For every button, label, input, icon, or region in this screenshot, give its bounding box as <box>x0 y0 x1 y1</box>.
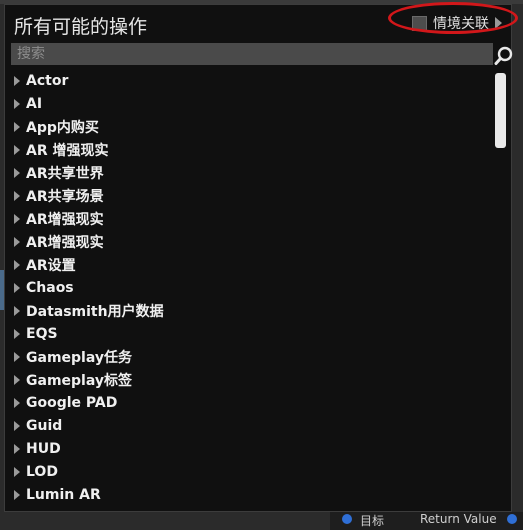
background-node-pins: 目标 Return Value <box>330 512 523 530</box>
category-item[interactable]: AI <box>11 92 491 115</box>
category-label: Actor <box>26 72 69 89</box>
category-item[interactable]: LOD <box>11 460 491 483</box>
panel-title: 所有可能的操作 <box>14 16 148 38</box>
category-item[interactable]: EQS <box>11 322 491 345</box>
category-item[interactable]: Gameplay标签 <box>11 368 491 391</box>
expand-chevron-icon[interactable] <box>14 466 20 477</box>
expand-chevron-icon[interactable] <box>14 420 20 431</box>
pin-icon[interactable] <box>507 514 517 524</box>
pin-label-target: 目标 <box>360 514 385 528</box>
category-label: AR共享场景 <box>26 188 104 205</box>
expand-chevron-icon[interactable] <box>14 397 20 408</box>
category-label: AR 增强现实 <box>26 142 109 159</box>
action-menu-panel: 所有可能的操作 情境关联 ActorAIApp内购买AR 增强现实AR共享世界A… <box>4 4 514 513</box>
expand-chevron-icon[interactable] <box>14 328 20 339</box>
category-list: Actor AI App内购买 AR 增强现实 AR共享世界 AR共享场景 AR增强现实 AR… <box>11 69 491 513</box>
category-item[interactable]: Chaos <box>11 276 491 299</box>
category-label: AR设置 <box>26 257 76 274</box>
category-item[interactable]: Datasmith用户数据 <box>11 299 491 322</box>
category-label: Gameplay标签 <box>26 372 132 389</box>
category-item[interactable]: AR设置 <box>11 253 491 276</box>
expand-chevron-icon[interactable] <box>14 259 20 270</box>
expand-chevron-icon[interactable] <box>14 489 20 500</box>
pin-label-return: Return Value <box>420 512 497 526</box>
category-label: HUD <box>26 440 61 457</box>
category-item[interactable]: Guid <box>11 414 491 437</box>
category-item[interactable]: Lumin AR <box>11 483 491 506</box>
expand-chevron-icon[interactable] <box>14 443 20 454</box>
category-label: Chaos <box>26 279 74 296</box>
category-label: Gameplay任务 <box>26 349 132 366</box>
category-item[interactable]: Actor <box>11 69 491 92</box>
category-item[interactable]: Google PAD <box>11 391 491 414</box>
category-item[interactable]: AR增强现实 <box>11 230 491 253</box>
scrollbar-thumb[interactable] <box>495 73 506 148</box>
category-label: AR共享世界 <box>26 165 104 182</box>
category-item[interactable]: App内购买 <box>11 115 491 138</box>
checkbox[interactable] <box>412 15 427 31</box>
category-item[interactable]: AR增强现实 <box>11 207 491 230</box>
expand-chevron-icon[interactable] <box>14 121 20 132</box>
expand-chevron-icon[interactable] <box>14 351 20 362</box>
expand-chevron-icon[interactable] <box>14 305 20 316</box>
context-sensitive-toggle[interactable]: 情境关联 <box>412 14 502 32</box>
category-item[interactable]: HUD <box>11 437 491 460</box>
expand-chevron-icon[interactable] <box>14 190 20 201</box>
category-label: AI <box>26 95 43 112</box>
expand-chevron-icon[interactable] <box>14 213 20 224</box>
expand-chevron-icon[interactable] <box>14 98 20 109</box>
expand-chevron-icon[interactable] <box>14 236 20 247</box>
expand-chevron-icon[interactable] <box>14 75 20 86</box>
category-item[interactable]: AR 增强现实 <box>11 138 491 161</box>
search-field[interactable] <box>11 43 493 65</box>
search-input[interactable] <box>11 43 493 65</box>
expand-chevron-icon[interactable] <box>14 144 20 155</box>
category-label: App内购买 <box>26 119 99 136</box>
search-icon[interactable] <box>494 46 514 66</box>
expand-chevron-icon[interactable] <box>14 374 20 385</box>
expand-chevron-icon[interactable] <box>14 167 20 178</box>
context-sensitive-label: 情境关联 <box>433 16 489 32</box>
category-label: Lumin AR <box>26 486 101 503</box>
pin-icon[interactable] <box>342 514 352 524</box>
category-label: Datasmith用户数据 <box>26 303 164 320</box>
category-item[interactable]: AR共享世界 <box>11 161 491 184</box>
category-label: AR增强现实 <box>26 234 104 251</box>
category-label: LOD <box>26 463 58 480</box>
category-label: AR增强现实 <box>26 211 104 228</box>
category-item[interactable]: AR共享场景 <box>11 184 491 207</box>
category-item[interactable]: Gameplay任务 <box>11 345 491 368</box>
category-label: Guid <box>26 417 63 434</box>
category-label: Google PAD <box>26 394 118 411</box>
chevron-right-icon[interactable] <box>495 17 502 29</box>
expand-chevron-icon[interactable] <box>14 282 20 293</box>
category-label: EQS <box>26 325 58 342</box>
